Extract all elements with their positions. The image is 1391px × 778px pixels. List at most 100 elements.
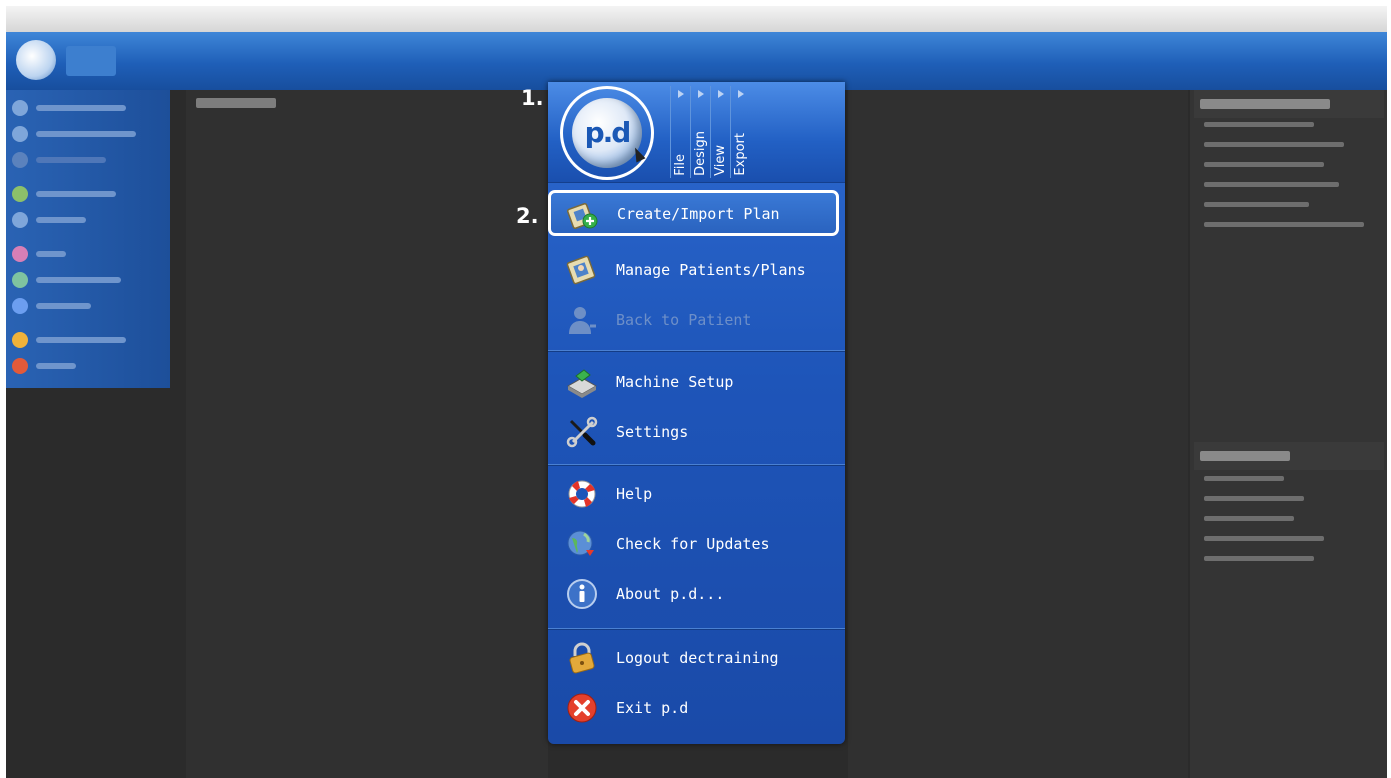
menu-item-exit[interactable]: Exit p.d (552, 686, 841, 730)
getting-started-link[interactable] (1204, 536, 1324, 541)
wrench-screwdriver-icon (566, 416, 598, 448)
tab-file[interactable]: File (670, 86, 691, 178)
recent-panel (186, 90, 548, 778)
nav-text-blurred (36, 303, 91, 309)
window-titlebar (6, 6, 1387, 32)
info-icon (567, 579, 597, 609)
menu-item-help[interactable]: Help (552, 472, 841, 516)
right-panel (1190, 90, 1387, 778)
nav-icon (12, 332, 28, 348)
nav-text-blurred (36, 337, 126, 343)
menu-item-label: Help (616, 485, 653, 503)
getting-started-link[interactable] (1204, 496, 1304, 501)
faq-link[interactable] (1204, 202, 1309, 207)
menu-item-logout[interactable]: Logout dectraining (552, 636, 841, 680)
menu-item-label: Check for Updates (616, 535, 770, 553)
step-2-label: 2. (516, 204, 539, 228)
getting-started-link[interactable] (1204, 516, 1294, 521)
nav-icon (12, 212, 28, 228)
pd-logo-icon[interactable]: p.d (572, 98, 642, 168)
app-logo-icon[interactable] (16, 40, 56, 80)
machine-setup-icon (566, 369, 598, 398)
menu-item-machine-setup[interactable]: Machine Setup (552, 360, 841, 404)
patient-icon (569, 307, 596, 334)
nav-item[interactable] (12, 272, 162, 288)
nav-icon (12, 152, 28, 168)
nav-item[interactable] (12, 186, 162, 202)
menu-separator (548, 464, 845, 465)
create-plan-icon (567, 202, 598, 230)
nav-item[interactable] (12, 126, 162, 142)
step-1-label: 1. (521, 86, 544, 110)
menu-item-label: Create/Import Plan (617, 205, 780, 223)
nav-icon (12, 186, 28, 202)
nav-text-blurred (36, 277, 121, 283)
getting-started-link[interactable] (1204, 556, 1314, 561)
arrow-right-icon (738, 90, 744, 98)
faq-link[interactable] (1204, 142, 1344, 147)
lifebuoy-icon (568, 480, 596, 508)
logo-text: p.d (584, 116, 632, 149)
nav-icon (12, 246, 28, 262)
tab-label: File (673, 154, 688, 176)
menu-separator (548, 350, 845, 351)
app-name-blurred (66, 46, 116, 76)
menu-header: p.d File Design View Export (548, 82, 845, 183)
nav-icon (12, 358, 28, 374)
faq-title-blurred (1200, 99, 1330, 109)
faq-link[interactable] (1204, 182, 1339, 187)
logo-button-highlight[interactable]: p.d (560, 86, 654, 180)
menu-item-back-to-patient: Back to Patient (552, 298, 841, 342)
tab-export[interactable]: Export (730, 86, 751, 178)
close-icon (567, 693, 597, 723)
tab-label: Export (733, 133, 748, 176)
nav-item[interactable] (12, 152, 162, 168)
nav-text-blurred (36, 105, 126, 111)
nav-icon (12, 126, 28, 142)
tab-view[interactable]: View (710, 86, 731, 178)
center-panel (848, 90, 1188, 778)
nav-item[interactable] (12, 358, 162, 374)
nav-icon (12, 298, 28, 314)
nav-item[interactable] (12, 298, 162, 314)
globe-update-icon (567, 530, 594, 556)
getting-started-header (1194, 442, 1384, 470)
faq-link[interactable] (1204, 162, 1324, 167)
menu-item-label: Logout dectraining (616, 649, 779, 667)
menu-separator (548, 628, 845, 629)
menu-item-label: Settings (616, 423, 689, 441)
menu-item-create-import-plan[interactable]: Create/Import Plan (548, 190, 839, 236)
faq-header (1194, 90, 1384, 118)
menu-item-label: Machine Setup (616, 373, 734, 391)
menu-item-label: About p.d... (616, 585, 725, 603)
tab-design[interactable]: Design (690, 86, 711, 178)
nav-text-blurred (36, 217, 86, 223)
menu-item-about[interactable]: About p.d... (552, 572, 841, 616)
nav-item[interactable] (12, 332, 162, 348)
menu-item-label: Back to Patient (616, 311, 752, 329)
left-navigation (6, 90, 170, 388)
panel-title-blurred (196, 98, 276, 108)
nav-item[interactable] (12, 100, 162, 116)
menu-item-settings[interactable]: Settings (552, 410, 841, 454)
manage-patients-icon (566, 255, 596, 285)
tab-label: View (713, 145, 728, 176)
nav-icon (12, 100, 28, 116)
nav-text-blurred (36, 363, 76, 369)
menu-item-label: Exit p.d (616, 699, 689, 717)
menu-item-label: Manage Patients/Plans (616, 261, 806, 279)
getting-started-title-blurred (1200, 451, 1290, 461)
nav-text-blurred (36, 251, 66, 257)
mouse-cursor-icon (630, 145, 646, 163)
nav-item[interactable] (12, 212, 162, 228)
getting-started-link[interactable] (1204, 476, 1284, 481)
menu-item-manage-patients[interactable]: Manage Patients/Plans (552, 248, 841, 292)
application-menu: p.d File Design View Export Create/Impor… (548, 82, 845, 744)
faq-link[interactable] (1204, 222, 1364, 227)
nav-item[interactable] (12, 246, 162, 262)
menu-item-check-updates[interactable]: Check for Updates (552, 522, 841, 566)
padlock-icon (569, 642, 595, 674)
nav-icon (12, 272, 28, 288)
arrow-right-icon (718, 90, 724, 98)
faq-link[interactable] (1204, 122, 1314, 127)
